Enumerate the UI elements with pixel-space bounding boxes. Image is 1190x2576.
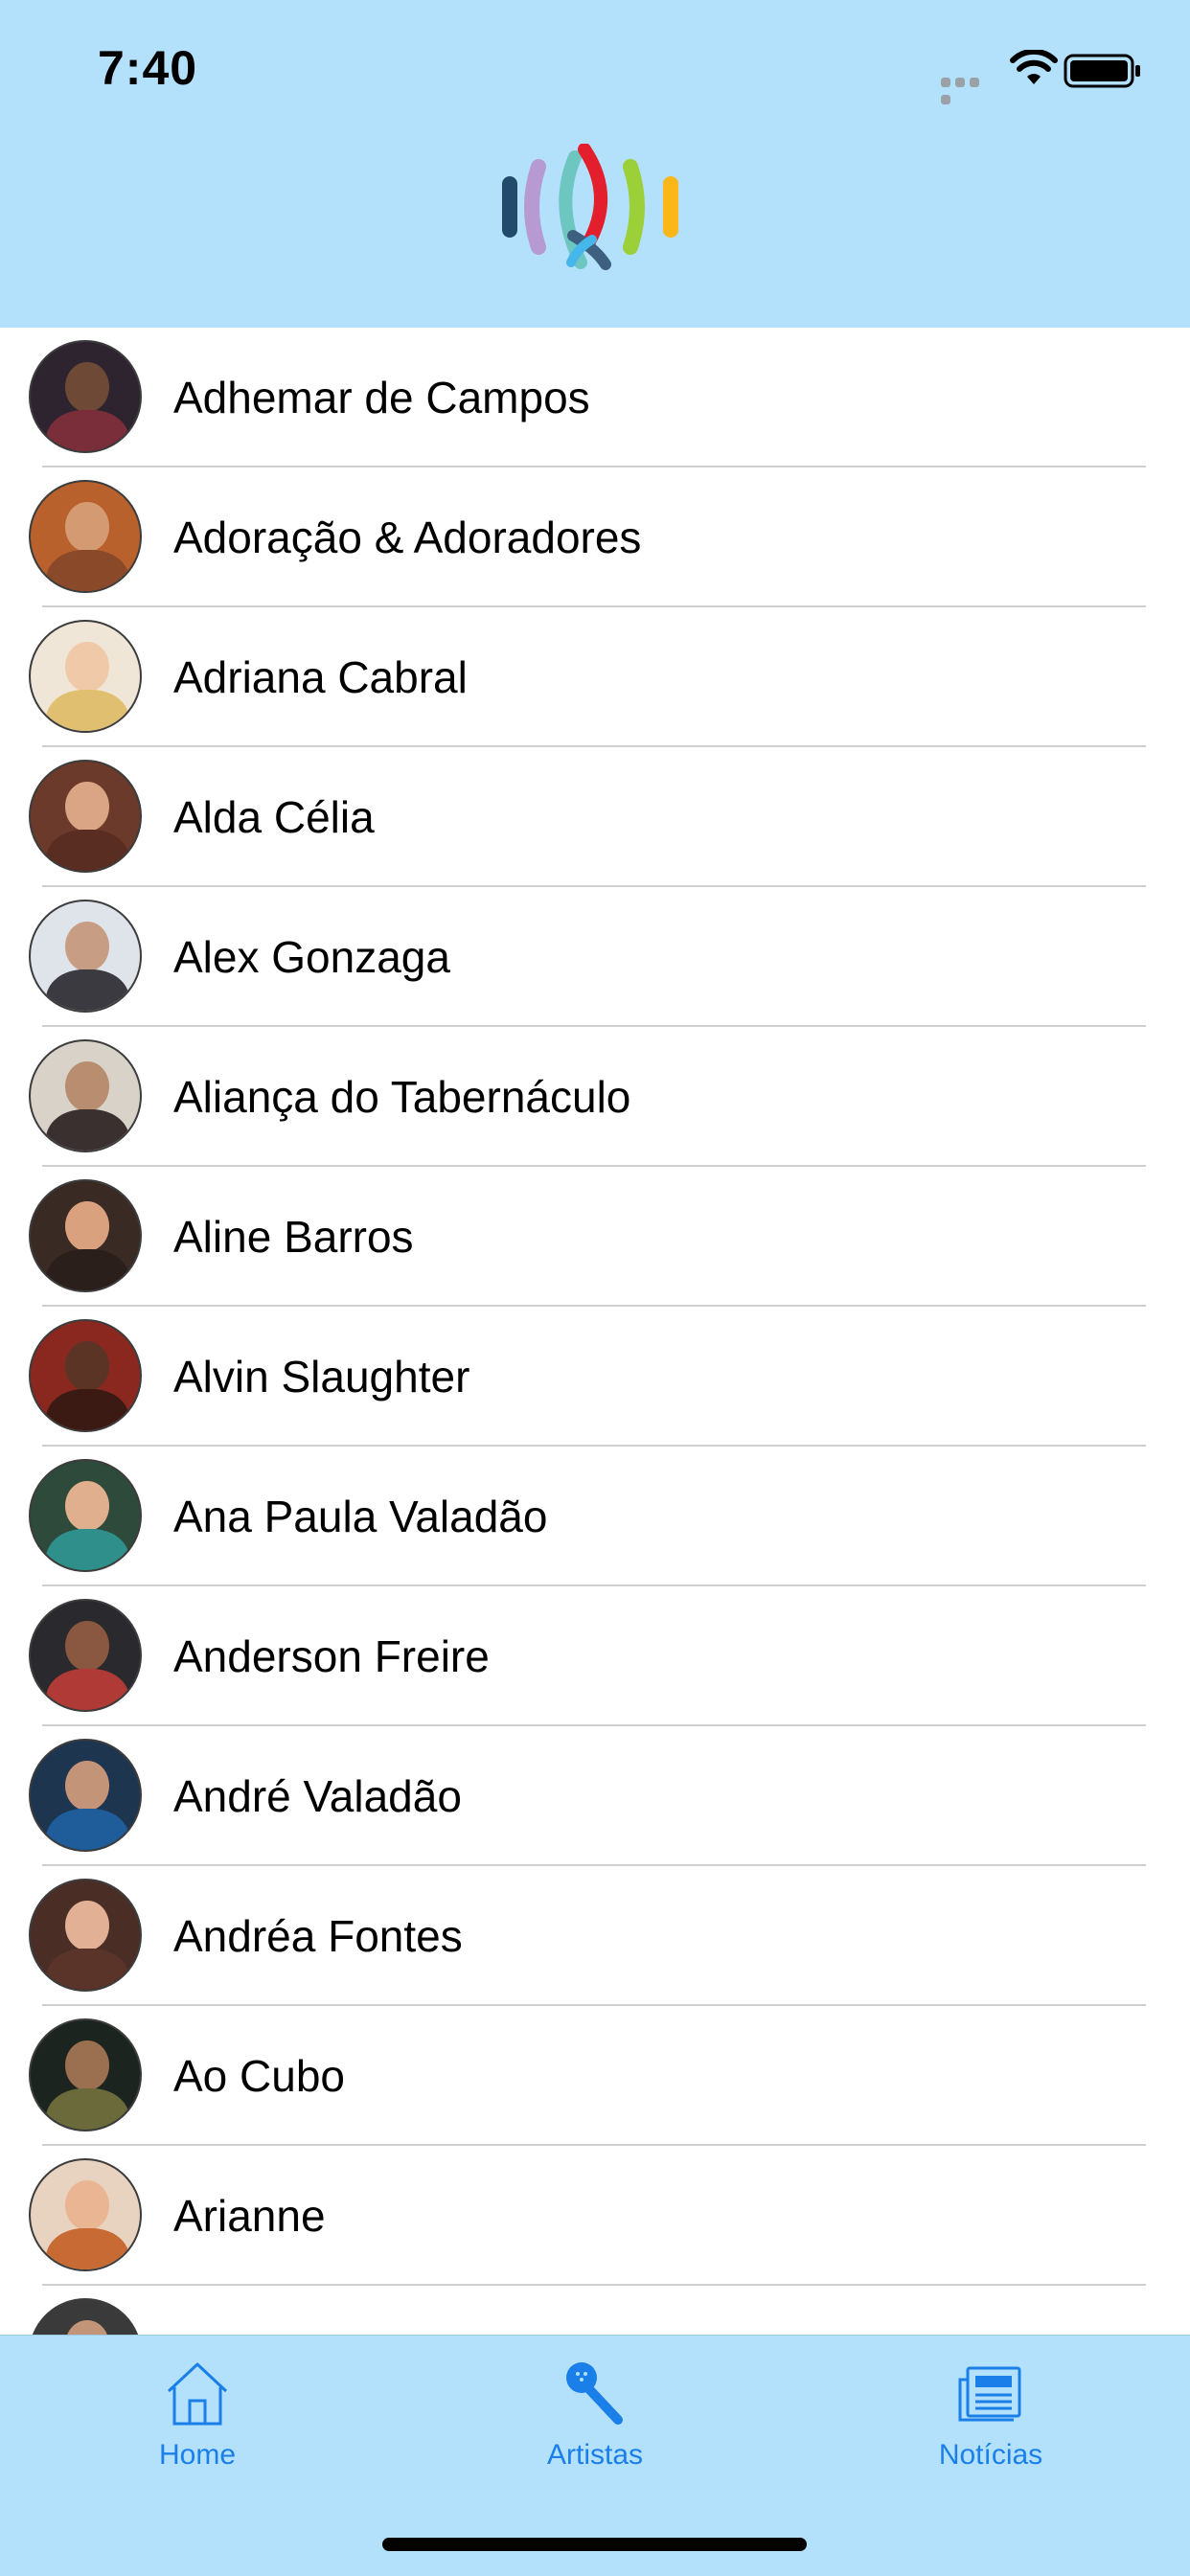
artist-name: André Valadão: [173, 1771, 462, 1821]
avatar: [29, 1879, 142, 1992]
artist-name: Alex Gonzaga: [173, 932, 450, 982]
artist-name: Arianne: [173, 2191, 326, 2241]
battery-icon: [1064, 54, 1140, 88]
wifi-icon: [1010, 50, 1058, 84]
artist-row-alvin[interactable]: Alvin Slaughter: [0, 1307, 1190, 1447]
artist-name: Adriana Cabral: [173, 652, 468, 702]
avatar: [29, 900, 142, 1013]
avatar: [29, 1739, 142, 1852]
artist-name: Andréa Fontes: [173, 1911, 463, 1961]
home-icon: [167, 2362, 228, 2426]
artist-name: Ao Cubo: [173, 2051, 346, 2101]
status-time: 7:40: [98, 41, 198, 95]
app-logo-icon: [502, 144, 678, 270]
tab-noticias-label: Notícias: [938, 2439, 1043, 2471]
avatar: [29, 1599, 142, 1712]
avatar: [29, 760, 142, 873]
newspaper-icon: [958, 2366, 1021, 2422]
tab-noticias[interactable]: Notícias: [876, 2357, 1106, 2472]
artist-row-alda[interactable]: Alda Célia: [0, 747, 1190, 887]
tab-bar: Home Artistas Notícias: [0, 2335, 1190, 2576]
artist-name: Adoração & Adoradores: [173, 513, 642, 562]
avatar: [29, 620, 142, 733]
avatar: [29, 340, 142, 453]
tab-artistas[interactable]: Artistas: [480, 2357, 710, 2472]
artist-row-adriana[interactable]: Adriana Cabral: [0, 607, 1190, 747]
avatar: [29, 480, 142, 593]
artist-name: Aliança do Tabernáculo: [173, 1072, 631, 1122]
avatar: [29, 1039, 142, 1152]
artist-row-ao-cubo[interactable]: Ao Cubo: [0, 2006, 1190, 2146]
artist-row-adhemar[interactable]: Adhemar de Campos: [0, 328, 1190, 467]
artist-name: Ana Paula Valadão: [173, 1492, 548, 1541]
artist-name: Alda Célia: [173, 792, 375, 842]
artist-list: Adhemar de Campos Adoração & Adoradores …: [0, 328, 1190, 2411]
artist-row-anderson[interactable]: Anderson Freire: [0, 1586, 1190, 1726]
avatar: [29, 2018, 142, 2131]
avatar: [29, 1319, 142, 1432]
avatar: [29, 2158, 142, 2271]
artist-row-aline[interactable]: Aline Barros: [0, 1167, 1190, 1307]
cellular-signal-icon: [941, 75, 996, 104]
artist-name: Aline Barros: [173, 1212, 414, 1262]
artist-row-alianca[interactable]: Aliança do Tabernáculo: [0, 1027, 1190, 1167]
home-indicator: [382, 2538, 807, 2551]
tab-home[interactable]: Home: [82, 2357, 312, 2472]
artist-row-andrea[interactable]: Andréa Fontes: [0, 1866, 1190, 2006]
artist-row-andre[interactable]: André Valadão: [0, 1726, 1190, 1866]
avatar: [29, 1179, 142, 1292]
tab-home-label: Home: [158, 2439, 237, 2471]
artist-name: Anderson Freire: [173, 1631, 490, 1681]
tab-artistas-label: Artistas: [546, 2439, 644, 2471]
microphone-icon: [566, 2362, 623, 2425]
avatar: [29, 1459, 142, 1572]
artist-name: Alvin Slaughter: [173, 1352, 470, 1402]
artist-row-alex[interactable]: Alex Gonzaga: [0, 887, 1190, 1027]
artist-row-ana-paula[interactable]: Ana Paula Valadão: [0, 1447, 1190, 1586]
artist-row-adoracao[interactable]: Adoração & Adoradores: [0, 467, 1190, 607]
artist-name: Adhemar de Campos: [173, 373, 590, 422]
artist-row-arianne[interactable]: Arianne: [0, 2146, 1190, 2286]
app-header: 7:40: [0, 0, 1190, 328]
